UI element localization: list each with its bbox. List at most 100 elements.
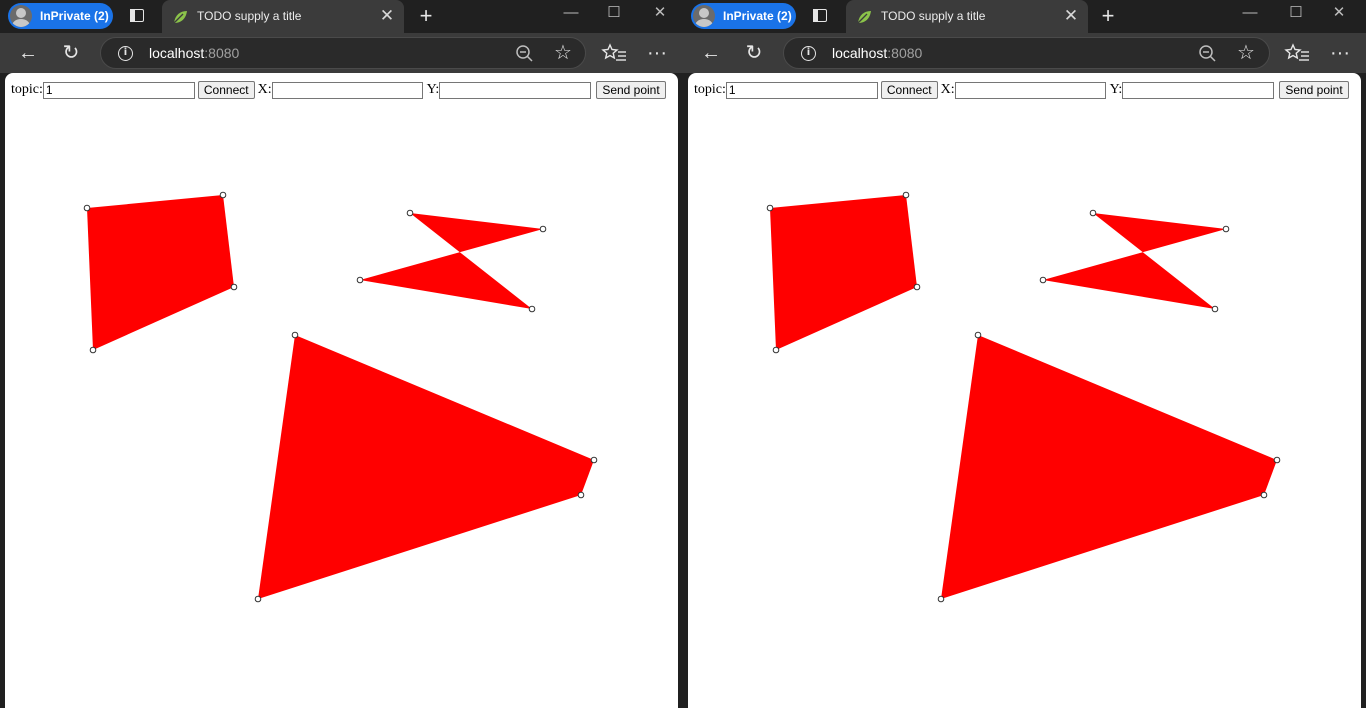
vertex-handle[interactable] (89, 346, 97, 354)
plus-icon[interactable]: + (1096, 4, 1120, 28)
star-icon[interactable]: ☆ (1234, 41, 1258, 65)
refresh-icon[interactable]: ↻ (55, 37, 87, 69)
vertex-handle[interactable] (83, 204, 91, 212)
vertex-handle[interactable] (539, 225, 547, 233)
drawing-canvas[interactable] (5, 73, 678, 708)
more-icon[interactable]: ··· (1324, 37, 1356, 69)
polygon-1 (770, 195, 917, 350)
vertex-handle[interactable] (406, 209, 414, 217)
profile-label: InPrivate (2) (40, 9, 109, 23)
polygon-2 (360, 213, 543, 309)
vertex-handle[interactable] (254, 595, 262, 603)
vertex-handle[interactable] (577, 491, 585, 499)
zoom-out-icon[interactable] (1196, 42, 1220, 66)
connect-button[interactable]: Connect (197, 81, 255, 99)
toolbar: ← ↻ i localhost:8080 ☆ ··· (0, 33, 683, 73)
vertex-handle[interactable] (1260, 491, 1268, 499)
vertex-handle[interactable] (772, 346, 780, 354)
x-label: X: (940, 82, 955, 97)
info-icon[interactable]: i (118, 46, 133, 61)
vertex-handle[interactable] (902, 191, 910, 199)
plus-icon[interactable]: + (414, 4, 438, 28)
vertex-handle[interactable] (291, 331, 299, 339)
vertex-handle[interactable] (937, 595, 945, 603)
star-icon[interactable]: ☆ (551, 41, 575, 65)
topic-input[interactable] (42, 81, 195, 99)
inprivate-profile-button[interactable]: InPrivate (2) (8, 3, 113, 29)
polygon-2 (1043, 213, 1226, 309)
y-input[interactable] (1122, 81, 1275, 99)
zoom-out-icon[interactable] (513, 42, 537, 66)
browser-window-right: InPrivate (2) TODO supply a title ✕ + — … (683, 0, 1366, 708)
user-avatar-icon (10, 5, 32, 27)
toolbar: ← ↻ i localhost:8080 ☆ ··· (683, 33, 1366, 73)
send-point-button[interactable]: Send point (596, 81, 666, 99)
url: localhost:8080 (832, 45, 923, 61)
minimize-icon[interactable]: — (548, 0, 594, 29)
tab-title: TODO supply a title (881, 9, 986, 23)
browser-tab[interactable]: TODO supply a title ✕ (846, 0, 1088, 33)
address-bar[interactable]: i localhost:8080 ☆ (783, 37, 1270, 69)
browser-window-left: InPrivate (2) TODO supply a title ✕ + — … (0, 0, 683, 708)
send-point-button[interactable]: Send point (1279, 81, 1349, 99)
tab-actions-icon[interactable] (126, 5, 148, 27)
vertex-handle[interactable] (356, 276, 364, 284)
polygon-3 (258, 335, 594, 599)
vertex-handle[interactable] (1273, 456, 1281, 464)
more-icon[interactable]: ··· (641, 37, 673, 69)
vertex-handle[interactable] (590, 456, 598, 464)
y-label: Y: (426, 82, 440, 97)
close-window-icon[interactable]: ✕ (1316, 0, 1362, 29)
leaf-favicon-icon (173, 11, 187, 24)
minimize-icon[interactable]: — (1227, 0, 1273, 29)
browser-tab[interactable]: TODO supply a title ✕ (162, 0, 404, 33)
close-icon[interactable]: ✕ (1060, 5, 1082, 27)
close-window-icon[interactable]: ✕ (637, 0, 683, 29)
vertex-handle[interactable] (1039, 276, 1047, 284)
favorites-icon[interactable] (599, 37, 631, 69)
tab-title: TODO supply a title (197, 9, 302, 23)
profile-label: InPrivate (2) (723, 9, 792, 23)
page-content: topic: Connect X: Y: Send point (688, 73, 1361, 708)
leaf-favicon-icon (857, 11, 871, 24)
topic-input[interactable] (725, 81, 878, 99)
vertex-handle[interactable] (913, 283, 921, 291)
title-bar: InPrivate (2) TODO supply a title ✕ + — … (683, 0, 1366, 33)
x-input[interactable] (271, 81, 423, 99)
vertex-handle[interactable] (974, 331, 982, 339)
topic-label: topic: (694, 82, 726, 97)
topic-label: topic: (11, 82, 43, 97)
polygon-1 (87, 195, 234, 350)
back-arrow-icon[interactable]: ← (695, 37, 727, 69)
back-arrow-icon[interactable]: ← (12, 37, 44, 69)
inprivate-profile-button[interactable]: InPrivate (2) (691, 3, 796, 29)
y-input[interactable] (439, 81, 592, 99)
control-form: topic: Connect X: Y: Send point (11, 80, 669, 100)
x-label: X: (257, 82, 272, 97)
vertex-handle[interactable] (230, 283, 238, 291)
refresh-icon[interactable]: ↻ (738, 37, 770, 69)
close-icon[interactable]: ✕ (376, 5, 398, 27)
vertex-handle[interactable] (766, 204, 774, 212)
info-icon[interactable]: i (801, 46, 816, 61)
control-form: topic: Connect X: Y: Send point (694, 80, 1352, 100)
tab-actions-icon[interactable] (809, 5, 831, 27)
user-avatar-icon (693, 5, 715, 27)
y-label: Y: (1109, 82, 1123, 97)
address-bar[interactable]: i localhost:8080 ☆ (100, 37, 586, 69)
maximize-icon[interactable]: ☐ (1273, 0, 1319, 29)
drawing-canvas[interactable] (688, 73, 1361, 708)
x-input[interactable] (954, 81, 1106, 99)
vertex-handle[interactable] (1089, 209, 1097, 217)
polygon-3 (941, 335, 1277, 599)
page-content: topic: Connect X: Y: Send point (5, 73, 678, 708)
vertex-handle[interactable] (1211, 305, 1219, 313)
vertex-handle[interactable] (528, 305, 536, 313)
vertex-handle[interactable] (219, 191, 227, 199)
favorites-icon[interactable] (1282, 37, 1314, 69)
maximize-icon[interactable]: ☐ (591, 0, 637, 29)
title-bar: InPrivate (2) TODO supply a title ✕ + — … (0, 0, 683, 33)
connect-button[interactable]: Connect (880, 81, 938, 99)
vertex-handle[interactable] (1222, 225, 1230, 233)
url: localhost:8080 (149, 45, 240, 61)
